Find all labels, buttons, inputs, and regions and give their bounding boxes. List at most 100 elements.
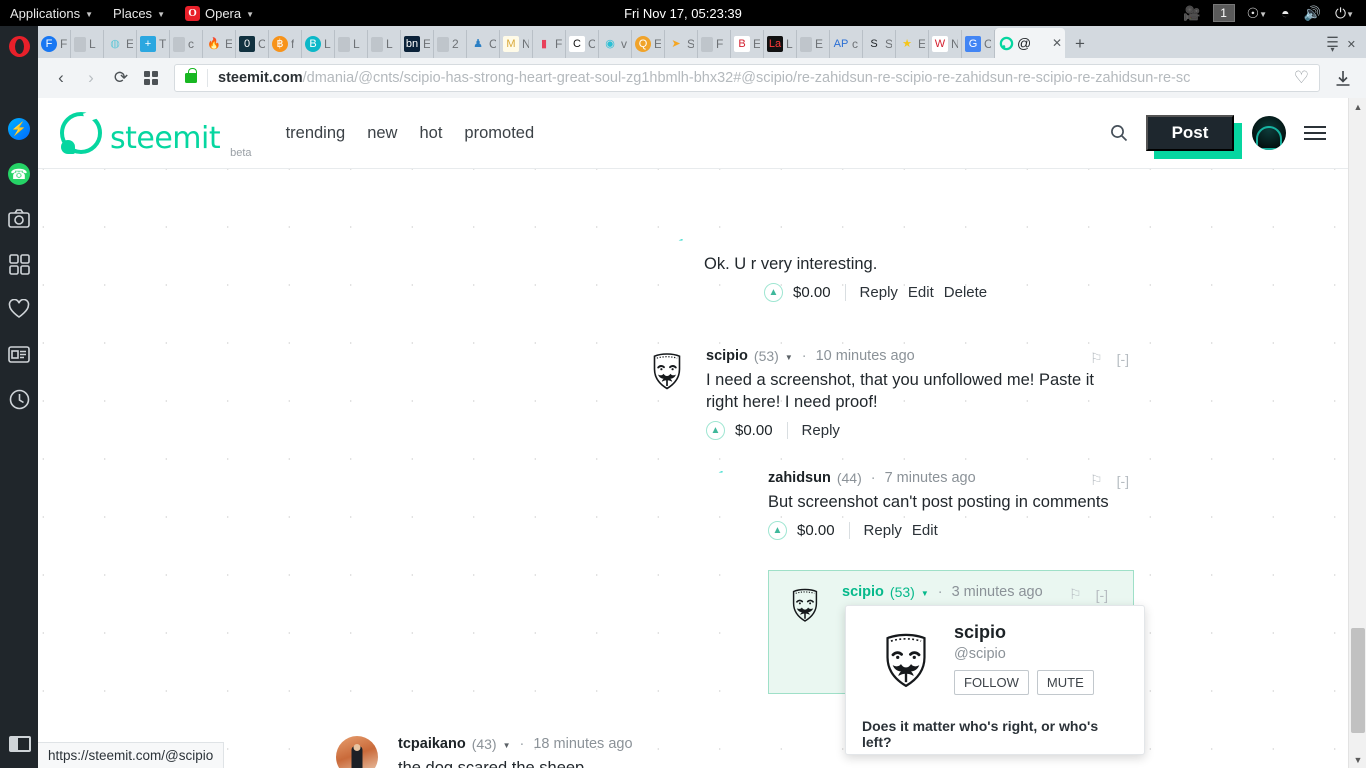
- wifi-icon[interactable]: ◓: [1275, 0, 1295, 26]
- workspace-indicator[interactable]: 1: [1212, 4, 1235, 22]
- tab-24[interactable]: AP c: [830, 30, 863, 58]
- tab-active-steemit[interactable]: @ ✕: [995, 28, 1065, 58]
- nav-trending[interactable]: trending: [286, 124, 346, 143]
- follow-button[interactable]: FOLLOW: [954, 670, 1029, 695]
- tab-9[interactable]: L: [335, 30, 368, 58]
- accessibility-icon[interactable]: ☉ ▼: [1241, 0, 1273, 26]
- tab-14[interactable]: MN: [500, 30, 533, 58]
- nav-new[interactable]: new: [367, 124, 397, 143]
- avatar[interactable]: [872, 626, 940, 694]
- collapse-toggle[interactable]: [-]: [1117, 473, 1129, 489]
- favorites-heart-icon[interactable]: [0, 291, 38, 327]
- tab-menu-icon[interactable]: ☰ ▾: [1326, 35, 1339, 54]
- page-scrollbar[interactable]: ▲ ▼: [1348, 98, 1366, 768]
- workspaces-grid-icon[interactable]: [0, 246, 38, 282]
- tab-4[interactable]: c: [170, 30, 203, 58]
- reload-button[interactable]: ⟳: [106, 63, 136, 93]
- tab-8[interactable]: BL: [302, 30, 335, 58]
- tab-20[interactable]: F: [698, 30, 731, 58]
- forward-button[interactable]: ›: [76, 63, 106, 93]
- collapse-toggle[interactable]: [-]: [1096, 587, 1108, 603]
- hamburger-menu-icon[interactable]: [1304, 126, 1326, 140]
- places-menu[interactable]: Places ▼: [103, 0, 175, 26]
- tab-1[interactable]: L: [71, 30, 104, 58]
- flag-icon[interactable]: ⚐: [1090, 350, 1103, 367]
- history-clock-icon[interactable]: [0, 381, 38, 417]
- window-close-icon[interactable]: ✕: [1347, 38, 1356, 51]
- avatar[interactable]: [706, 470, 752, 516]
- post-button[interactable]: Post: [1146, 115, 1234, 151]
- tab-17[interactable]: ◉ v: [599, 30, 632, 58]
- comment-author[interactable]: zahidsun: [768, 470, 831, 486]
- collapse-toggle[interactable]: [-]: [1117, 351, 1129, 367]
- tab-10[interactable]: L: [368, 30, 401, 58]
- opera-logo-icon[interactable]: [9, 36, 30, 57]
- avatar[interactable]: [644, 348, 690, 394]
- tab-0[interactable]: FF: [38, 30, 71, 58]
- tab-2[interactable]: ◍E: [104, 30, 137, 58]
- payout-value[interactable]: $0.00: [797, 522, 835, 539]
- comment-author[interactable]: tcpaikano: [398, 736, 466, 752]
- download-icon[interactable]: [1328, 63, 1358, 93]
- comment-timestamp[interactable]: 7 minutes ago: [885, 470, 976, 486]
- tab-22[interactable]: La L: [764, 30, 797, 58]
- messenger-icon[interactable]: ⚡: [0, 111, 38, 147]
- heart-icon[interactable]: ♡: [1294, 68, 1309, 88]
- reply-button[interactable]: Reply: [864, 522, 902, 539]
- edit-button[interactable]: Edit: [908, 284, 934, 301]
- search-icon[interactable]: [1110, 124, 1128, 142]
- url-input[interactable]: steemit.com/dmania/@cnts/scipio-has-stro…: [174, 64, 1320, 92]
- chevron-down-icon[interactable]: ▼: [503, 741, 511, 750]
- chevron-down-icon[interactable]: ▼: [785, 353, 793, 362]
- tab-11[interactable]: bnE: [401, 30, 434, 58]
- tab-5[interactable]: 🔥E: [203, 30, 236, 58]
- tab-6[interactable]: 0C: [236, 30, 269, 58]
- tab-13[interactable]: ♟C: [467, 30, 500, 58]
- tab-26[interactable]: ★E: [896, 30, 929, 58]
- comment-author[interactable]: scipio: [842, 584, 884, 600]
- avatar[interactable]: [1252, 116, 1286, 150]
- battery-icon[interactable]: ⏻ ▼: [1329, 0, 1360, 26]
- flag-icon[interactable]: ⚐: [1069, 586, 1082, 603]
- tab-16[interactable]: CC: [566, 30, 599, 58]
- camera-snapshot-icon[interactable]: [0, 201, 38, 237]
- tab-12[interactable]: 2: [434, 30, 467, 58]
- tab-18[interactable]: QE: [632, 30, 665, 58]
- speed-dial-icon[interactable]: [136, 63, 166, 93]
- screencast-icon[interactable]: 🎥: [1177, 0, 1206, 26]
- tab-21[interactable]: BE: [731, 30, 764, 58]
- chevron-down-icon[interactable]: ▼: [921, 589, 929, 598]
- payout-value[interactable]: $0.00: [735, 422, 773, 439]
- nav-promoted[interactable]: promoted: [464, 124, 534, 143]
- news-reader-icon[interactable]: [0, 336, 38, 372]
- volume-icon[interactable]: 🔊: [1298, 0, 1327, 26]
- reply-button[interactable]: Reply: [860, 284, 898, 301]
- comment-timestamp[interactable]: 18 minutes ago: [533, 736, 632, 752]
- steemit-logo[interactable]: steemit beta: [60, 112, 252, 159]
- tab-27[interactable]: WN: [929, 30, 962, 58]
- tab-23[interactable]: E: [797, 30, 830, 58]
- edit-button[interactable]: Edit: [912, 522, 938, 539]
- applications-menu[interactable]: Applications ▼: [0, 0, 103, 26]
- back-button[interactable]: ‹: [46, 63, 76, 93]
- upvote-icon[interactable]: ▲: [764, 282, 783, 302]
- opera-window-menu[interactable]: O Opera ▼: [175, 0, 264, 26]
- tab-25[interactable]: SS: [863, 30, 896, 58]
- upvote-icon[interactable]: ▲: [706, 420, 725, 440]
- scroll-up-icon[interactable]: ▲: [1349, 98, 1366, 115]
- whatsapp-icon[interactable]: ☎: [0, 156, 38, 192]
- tab-7[interactable]: ฿ f: [269, 30, 302, 58]
- comment-timestamp[interactable]: 10 minutes ago: [816, 348, 915, 364]
- profile-name[interactable]: scipio: [954, 622, 1006, 643]
- payout-value[interactable]: $0.00: [793, 284, 831, 301]
- clock[interactable]: Fri Nov 17, 05:23:39: [624, 6, 742, 21]
- new-tab-button[interactable]: +: [1065, 30, 1095, 58]
- tab-15[interactable]: ▮ F: [533, 30, 566, 58]
- upvote-icon[interactable]: ▲: [768, 520, 787, 540]
- panel-toggle-icon[interactable]: [9, 736, 31, 752]
- comment-author[interactable]: scipio: [706, 348, 748, 364]
- scrollbar-thumb[interactable]: [1351, 628, 1365, 733]
- reply-button[interactable]: Reply: [802, 422, 840, 439]
- flag-icon[interactable]: ⚐: [1090, 472, 1103, 489]
- avatar[interactable]: [784, 584, 826, 626]
